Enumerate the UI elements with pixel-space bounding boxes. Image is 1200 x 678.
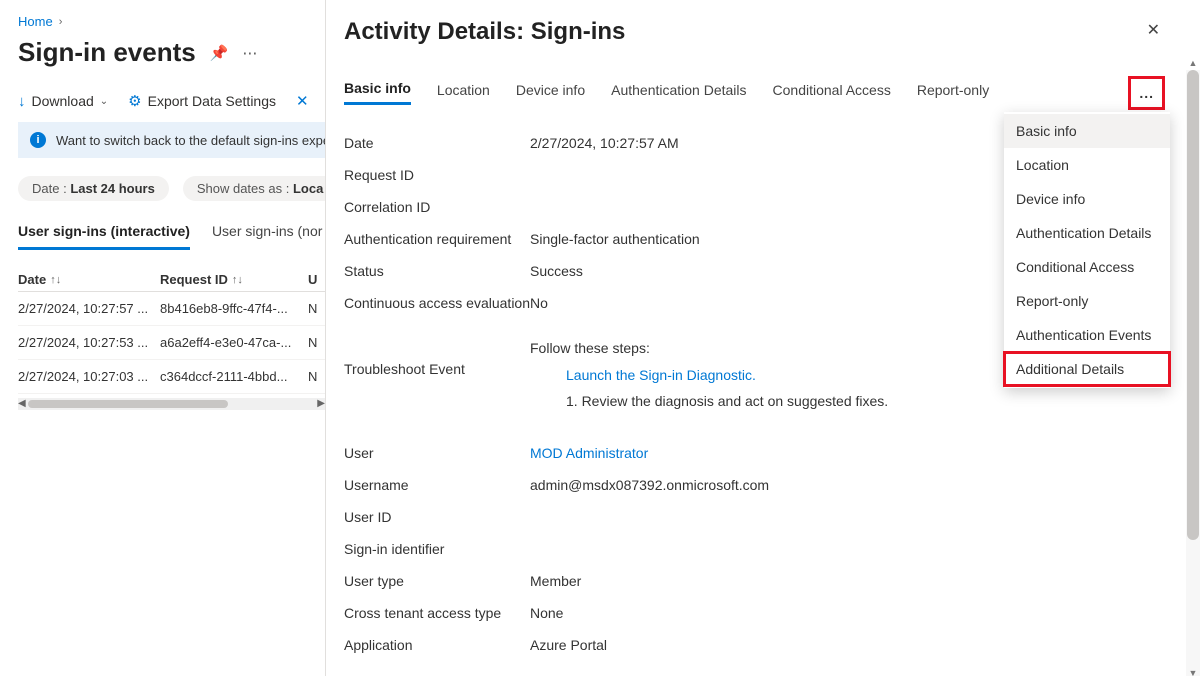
tool-icon[interactable]: ✕	[296, 92, 309, 110]
value-application: Azure Portal	[530, 637, 1200, 653]
value-username: admin@msdx087392.onmicrosoft.com	[530, 477, 1200, 493]
column-date[interactable]: Date ↑↓	[18, 272, 160, 287]
scrollbar-thumb[interactable]	[1187, 70, 1199, 540]
tab-interactive-signins[interactable]: User sign-ins (interactive)	[18, 223, 190, 250]
tabs-overflow-menu: Basic info Location Device info Authenti…	[1004, 112, 1170, 388]
label-username: Username	[344, 477, 530, 493]
sort-icon: ↑↓	[50, 274, 61, 286]
menu-item-report-only[interactable]: Report-only	[1004, 284, 1170, 318]
scroll-down-icon[interactable]: ▼	[1186, 668, 1200, 678]
info-icon: i	[30, 132, 46, 148]
info-banner: i Want to switch back to the default sig…	[18, 122, 325, 158]
download-icon: ↓	[18, 93, 26, 110]
table-row[interactable]: 2/27/2024, 10:27:53 ... a6a2eff4-e3e0-47…	[18, 326, 325, 360]
value-user-type: Member	[530, 573, 1200, 589]
tab-noninteractive-signins[interactable]: User sign-ins (nor	[212, 223, 322, 250]
label-cross-tenant: Cross tenant access type	[344, 605, 530, 621]
table-row[interactable]: 2/27/2024, 10:27:03 ... c364dccf-2111-4b…	[18, 360, 325, 394]
label-user-id: User ID	[344, 509, 530, 525]
tab-auth-details[interactable]: Authentication Details	[611, 82, 746, 104]
label-application: Application	[344, 637, 530, 653]
menu-item-location[interactable]: Location	[1004, 148, 1170, 182]
breadcrumb[interactable]: Home ›	[18, 14, 325, 29]
banner-text: Want to switch back to the default sign-…	[56, 133, 325, 148]
scrollbar-thumb[interactable]	[28, 400, 228, 408]
label-troubleshoot: Troubleshoot Event	[344, 335, 530, 377]
label-request-id: Request ID	[344, 167, 530, 183]
page-title: Sign-in events	[18, 37, 196, 68]
tab-location[interactable]: Location	[437, 82, 490, 104]
label-correlation-id: Correlation ID	[344, 199, 530, 215]
label-signin-identifier: Sign-in identifier	[344, 541, 530, 557]
chevron-right-icon: ›	[59, 16, 63, 28]
menu-item-auth-details[interactable]: Authentication Details	[1004, 216, 1170, 250]
label-cae: Continuous access evaluation	[344, 295, 530, 311]
table-row[interactable]: 2/27/2024, 10:27:57 ... 8b416eb8-9ffc-47…	[18, 292, 325, 326]
filter-show-dates-as[interactable]: Show dates as : Loca	[183, 176, 325, 201]
pin-icon[interactable]: 📌	[210, 44, 229, 62]
vertical-scrollbar[interactable]: ▲ ▼	[1186, 70, 1200, 676]
panel-title: Activity Details: Sign-ins	[344, 18, 625, 46]
menu-item-additional-details[interactable]: Additional Details	[1004, 352, 1170, 386]
table-header: Date ↑↓ Request ID ↑↓ U	[18, 272, 325, 292]
column-request-id[interactable]: Request ID ↑↓	[160, 272, 308, 287]
label-date: Date	[344, 135, 530, 151]
label-status: Status	[344, 263, 530, 279]
panel-tabs: Basic info Location Device info Authenti…	[344, 80, 1200, 105]
label-user: User	[344, 445, 530, 461]
scroll-up-icon[interactable]: ▲	[1186, 58, 1200, 68]
menu-item-conditional-access[interactable]: Conditional Access	[1004, 250, 1170, 284]
download-button[interactable]: ↓ Download ⌄	[18, 93, 108, 110]
close-icon[interactable]: ✕	[1141, 18, 1166, 42]
command-bar: ↓ Download ⌄ ⚙ Export Data Settings ✕	[18, 92, 325, 118]
chevron-down-icon: ⌄	[100, 96, 108, 107]
tabs-overflow-button[interactable]: ...	[1133, 81, 1160, 105]
tab-report-only[interactable]: Report-only	[917, 82, 989, 104]
export-settings-button[interactable]: ⚙ Export Data Settings	[128, 92, 276, 110]
scroll-right-icon[interactable]: ▶	[317, 398, 325, 409]
more-icon[interactable]: ⋯	[242, 44, 257, 62]
tab-conditional-access[interactable]: Conditional Access	[773, 82, 891, 104]
menu-item-device-info[interactable]: Device info	[1004, 182, 1170, 216]
menu-item-auth-events[interactable]: Authentication Events	[1004, 318, 1170, 352]
tab-device-info[interactable]: Device info	[516, 82, 585, 104]
label-auth-requirement: Authentication requirement	[344, 231, 530, 247]
menu-item-basic-info[interactable]: Basic info	[1004, 114, 1170, 148]
value-user-id	[530, 509, 1200, 525]
value-user[interactable]: MOD Administrator	[530, 445, 1200, 461]
filter-date[interactable]: Date : Last 24 hours	[18, 176, 169, 201]
column-u[interactable]: U	[308, 272, 317, 287]
details-panel: Activity Details: Sign-ins ✕ Basic info …	[325, 0, 1200, 676]
value-cross-tenant: None	[530, 605, 1200, 621]
gear-icon: ⚙	[128, 92, 141, 110]
scroll-left-icon[interactable]: ◀	[18, 398, 26, 409]
tab-basic-info[interactable]: Basic info	[344, 80, 411, 105]
troubleshoot-step: 1. Review the diagnosis and act on sugge…	[530, 388, 1200, 415]
value-signin-identifier	[530, 541, 1200, 557]
breadcrumb-home[interactable]: Home	[18, 14, 53, 29]
label-user-type: User type	[344, 573, 530, 589]
horizontal-scrollbar[interactable]: ◀ ▶	[18, 398, 325, 410]
sort-icon: ↑↓	[232, 274, 243, 286]
